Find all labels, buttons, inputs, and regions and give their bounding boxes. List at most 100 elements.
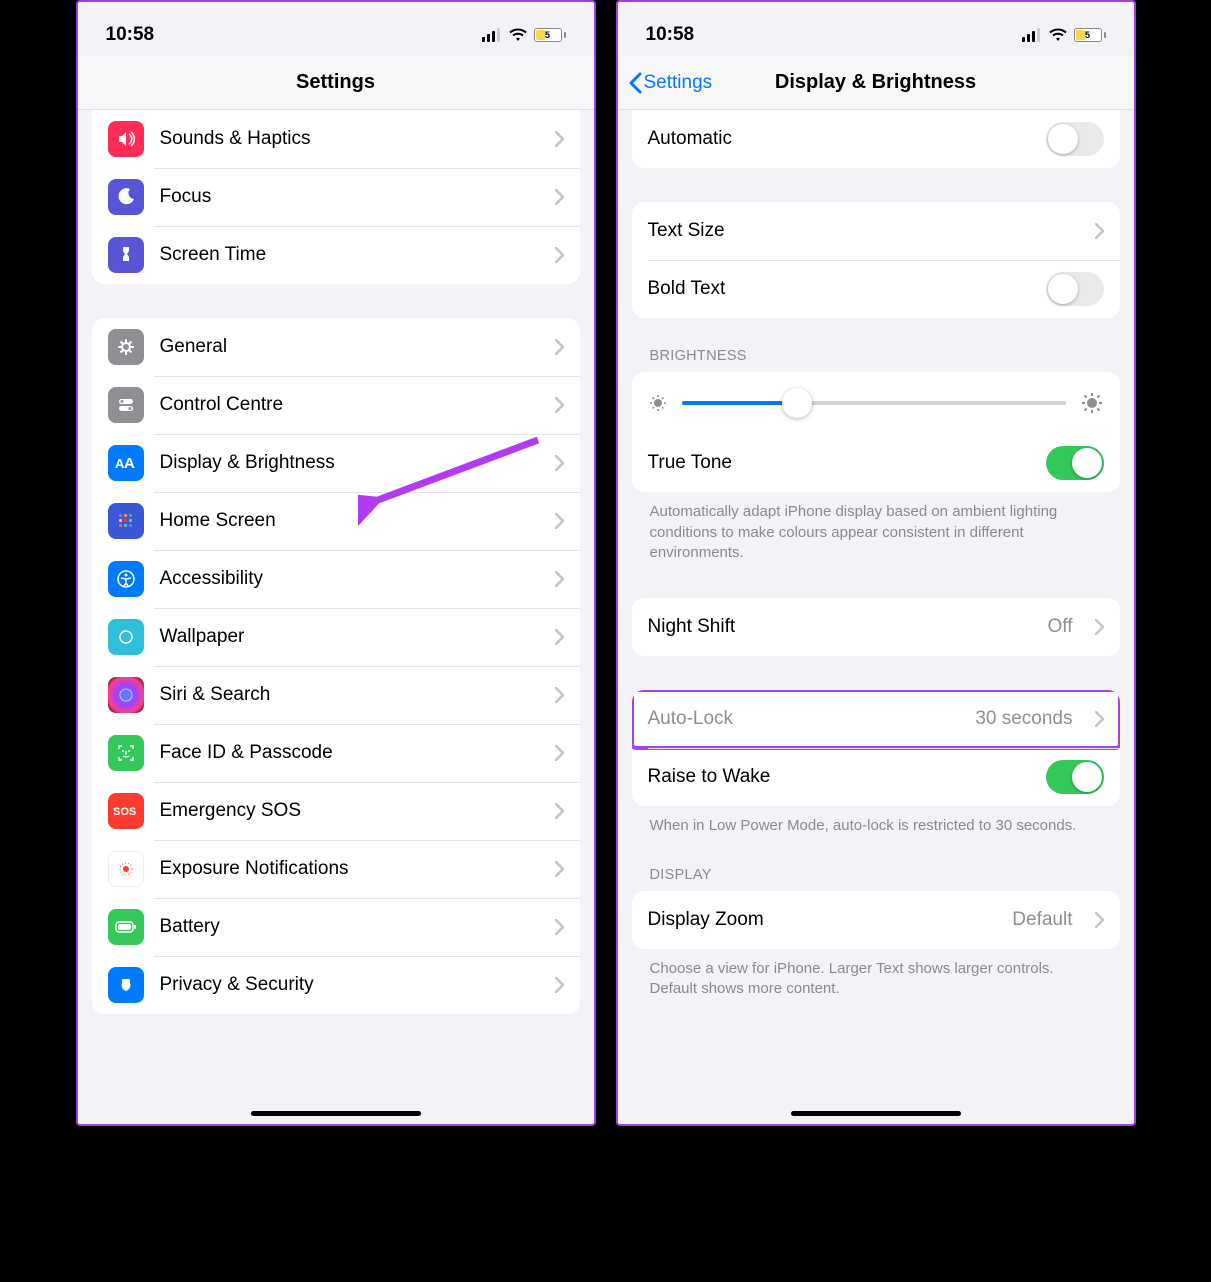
row-privacy-security[interactable]: Privacy & Security xyxy=(92,956,580,1014)
chevron-right-icon xyxy=(555,247,564,263)
row-face-id-passcode[interactable]: Face ID & Passcode xyxy=(92,724,580,782)
row-automatic[interactable]: Automatic xyxy=(632,110,1120,168)
row-display-zoom[interactable]: Display Zoom Default xyxy=(632,891,1120,949)
chevron-right-icon xyxy=(1095,223,1104,239)
general-icon xyxy=(108,329,144,365)
row-label: Emergency SOS xyxy=(160,800,539,822)
row-label: Privacy & Security xyxy=(160,974,539,996)
chevron-right-icon xyxy=(555,513,564,529)
row-sounds-haptics[interactable]: Sounds & Haptics xyxy=(92,110,580,168)
row-wallpaper[interactable]: Wallpaper xyxy=(92,608,580,666)
face-id-icon xyxy=(108,735,144,771)
sun-min-icon xyxy=(648,393,668,413)
back-label: Settings xyxy=(644,72,713,94)
row-label: Accessibility xyxy=(160,568,539,590)
row-screen-time[interactable]: Screen Time xyxy=(92,226,580,284)
row-battery[interactable]: Battery xyxy=(92,898,580,956)
display-settings-scroll[interactable]: Automatic Text Size Bold Text BRIGHTNESS xyxy=(618,110,1134,1020)
raise-to-wake-toggle[interactable] xyxy=(1046,760,1104,794)
device-display-brightness: 10:58 5 Settings Display & Brightness Au… xyxy=(616,0,1136,1126)
svg-text:A: A xyxy=(124,455,135,471)
chevron-right-icon xyxy=(555,189,564,205)
status-bar: 10:58 5 xyxy=(78,2,594,56)
row-label: Home Screen xyxy=(160,510,539,532)
cellular-signal-icon xyxy=(1022,28,1042,42)
chevron-right-icon xyxy=(1095,912,1104,928)
device-settings: 10:58 5 Settings Sounds & Haptics xyxy=(76,0,596,1126)
screen-time-icon xyxy=(108,237,144,273)
chevron-right-icon xyxy=(555,397,564,413)
row-text-size[interactable]: Text Size xyxy=(632,202,1120,260)
row-label: Siri & Search xyxy=(160,684,539,706)
chevron-right-icon xyxy=(1095,711,1104,727)
chevron-right-icon xyxy=(555,131,564,147)
cellular-signal-icon xyxy=(482,28,502,42)
chevron-left-icon xyxy=(628,72,642,94)
display-zoom-footer: Choose a view for iPhone. Larger Text sh… xyxy=(650,959,1102,1000)
status-indicators: 5 xyxy=(1022,28,1106,42)
row-accessibility[interactable]: Accessibility xyxy=(92,550,580,608)
row-control-centre[interactable]: Control Centre xyxy=(92,376,580,434)
row-general[interactable]: General xyxy=(92,318,580,376)
row-home-screen[interactable]: Home Screen xyxy=(92,492,580,550)
row-label: Display & Brightness xyxy=(160,452,539,474)
row-emergency-sos[interactable]: SOS Emergency SOS xyxy=(92,782,580,840)
page-title: Display & Brightness xyxy=(775,71,976,94)
row-label: True Tone xyxy=(648,452,1030,474)
display-header: DISPLAY xyxy=(650,867,1120,883)
brightness-slider[interactable] xyxy=(682,388,1066,418)
row-siri-search[interactable]: Siri & Search xyxy=(92,666,580,724)
row-label: Screen Time xyxy=(160,244,539,266)
status-time: 10:58 xyxy=(646,24,695,46)
row-label: Sounds & Haptics xyxy=(160,128,539,150)
row-label: General xyxy=(160,336,539,358)
appearance-group: Automatic xyxy=(632,110,1120,168)
chevron-right-icon xyxy=(555,861,564,877)
battery-icon: 5 xyxy=(1074,28,1106,42)
row-label: Face ID & Passcode xyxy=(160,742,539,764)
row-true-tone[interactable]: True Tone xyxy=(632,434,1120,492)
row-value: Off xyxy=(1048,616,1073,638)
sun-max-icon xyxy=(1080,391,1104,415)
row-night-shift[interactable]: Night Shift Off xyxy=(632,598,1120,656)
slider-thumb[interactable] xyxy=(782,388,812,418)
true-tone-footer: Automatically adapt iPhone display based… xyxy=(650,502,1102,564)
brightness-slider-row xyxy=(632,372,1120,434)
row-auto-lock[interactable]: Auto-Lock 30 seconds xyxy=(632,690,1120,748)
sounds-icon xyxy=(108,121,144,157)
battery-icon xyxy=(108,909,144,945)
status-bar: 10:58 5 xyxy=(618,2,1134,56)
settings-scroll[interactable]: Sounds & Haptics Focus Screen Time xyxy=(78,110,594,1034)
accessibility-icon xyxy=(108,561,144,597)
page-title: Settings xyxy=(296,71,375,94)
row-label: Raise to Wake xyxy=(648,766,1030,788)
chevron-right-icon xyxy=(555,687,564,703)
true-tone-toggle[interactable] xyxy=(1046,446,1104,480)
back-button[interactable]: Settings xyxy=(628,72,713,94)
home-screen-icon xyxy=(108,503,144,539)
wifi-icon xyxy=(1048,28,1068,42)
exposure-notifications-icon xyxy=(108,851,144,887)
home-indicator xyxy=(251,1111,421,1116)
row-raise-to-wake[interactable]: Raise to Wake xyxy=(632,748,1120,806)
brightness-group: True Tone xyxy=(632,372,1120,492)
row-value: Default xyxy=(1012,909,1072,931)
row-label: Automatic xyxy=(648,128,1030,150)
bold-text-toggle[interactable] xyxy=(1046,272,1104,306)
row-label: Text Size xyxy=(648,220,1079,242)
row-display-brightness[interactable]: AA Display & Brightness xyxy=(92,434,580,492)
text-group: Text Size Bold Text xyxy=(632,202,1120,318)
row-exposure-notifications[interactable]: Exposure Notifications xyxy=(92,840,580,898)
wallpaper-icon xyxy=(108,619,144,655)
row-label: Auto-Lock xyxy=(648,708,960,730)
auto-lock-group: Auto-Lock 30 seconds Raise to Wake xyxy=(632,690,1120,806)
automatic-toggle[interactable] xyxy=(1046,122,1104,156)
row-bold-text[interactable]: Bold Text xyxy=(632,260,1120,318)
night-shift-group: Night Shift Off xyxy=(632,598,1120,656)
chevron-right-icon xyxy=(555,571,564,587)
row-label: Exposure Notifications xyxy=(160,858,539,880)
chevron-right-icon xyxy=(555,919,564,935)
row-label: Bold Text xyxy=(648,278,1030,300)
row-focus[interactable]: Focus xyxy=(92,168,580,226)
svg-text:SOS: SOS xyxy=(113,806,136,818)
